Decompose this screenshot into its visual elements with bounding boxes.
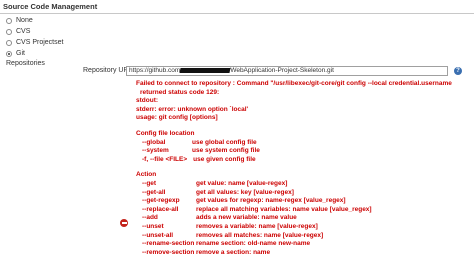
- scm-label-git: Git: [16, 50, 25, 57]
- section-header: Source Code Management: [0, 0, 474, 14]
- config-option: -f, --file <FILE> use given config file: [142, 155, 256, 163]
- action-option: --get-all get all values: key [value-rege…: [142, 188, 294, 196]
- error-message: Failed to connect to repository : Comman…: [136, 80, 466, 257]
- repository-url-label: Repository URL: [83, 67, 133, 74]
- action-option: --get get value: name [value-regex]: [142, 179, 288, 187]
- error-line: usage: git config [options]: [136, 114, 218, 122]
- config-option: --global use global config file: [142, 138, 257, 146]
- action-option: --replace-all replace all matching variab…: [142, 205, 372, 213]
- scm-label-none: None: [16, 17, 33, 24]
- url-suffix: WebApplication-Project-Skeleton.git: [230, 67, 334, 74]
- redacted-username: [179, 68, 231, 73]
- radio-cvs-projectset[interactable]: [6, 39, 12, 46]
- repository-url-input[interactable]: https://github.com WebApplication-Project…: [126, 66, 448, 76]
- radio-none[interactable]: [6, 17, 12, 24]
- scm-option-cvs[interactable]: CVS: [6, 26, 63, 37]
- config-heading: Config file location: [136, 129, 195, 137]
- delete-icon[interactable]: [120, 219, 128, 227]
- scm-label-cvs-projectset: CVS Projectset: [16, 39, 64, 46]
- radio-cvs[interactable]: [6, 28, 12, 35]
- scm-option-git[interactable]: Git: [6, 48, 63, 59]
- action-option: --unset removes a variable: name [value-r…: [142, 222, 318, 230]
- error-line: Failed to connect to repository : Comman…: [136, 80, 452, 87]
- radio-git[interactable]: [6, 50, 12, 57]
- error-line: stderr: error: unknown option `local': [136, 105, 249, 113]
- action-option: --rename-section rename section: old-name…: [142, 240, 311, 248]
- scm-label-cvs: CVS: [16, 28, 31, 35]
- config-option: --system use system config file: [142, 147, 260, 155]
- scm-option-cvs-projectset[interactable]: CVS Projectset: [6, 37, 63, 48]
- action-option: --remove-section remove a section: name: [142, 248, 271, 256]
- repositories-label: Repositories: [6, 60, 45, 67]
- scm-options: None CVS CVS Projectset Git: [6, 15, 63, 59]
- action-heading: Action: [136, 171, 157, 179]
- error-line: returned status code 129:: [140, 88, 220, 96]
- action-option: --unset-all removes all matches: name [va…: [142, 231, 324, 239]
- scm-option-none[interactable]: None: [6, 15, 63, 26]
- action-option: --get-regexp get values for regexp: name-…: [142, 197, 346, 205]
- help-icon[interactable]: ?: [454, 67, 462, 75]
- section-title: Source Code Management: [3, 2, 98, 11]
- action-option: --add adds a new variable: name value: [142, 214, 297, 222]
- error-line: stdout:: [136, 97, 159, 105]
- url-prefix: https://github.com: [129, 67, 181, 74]
